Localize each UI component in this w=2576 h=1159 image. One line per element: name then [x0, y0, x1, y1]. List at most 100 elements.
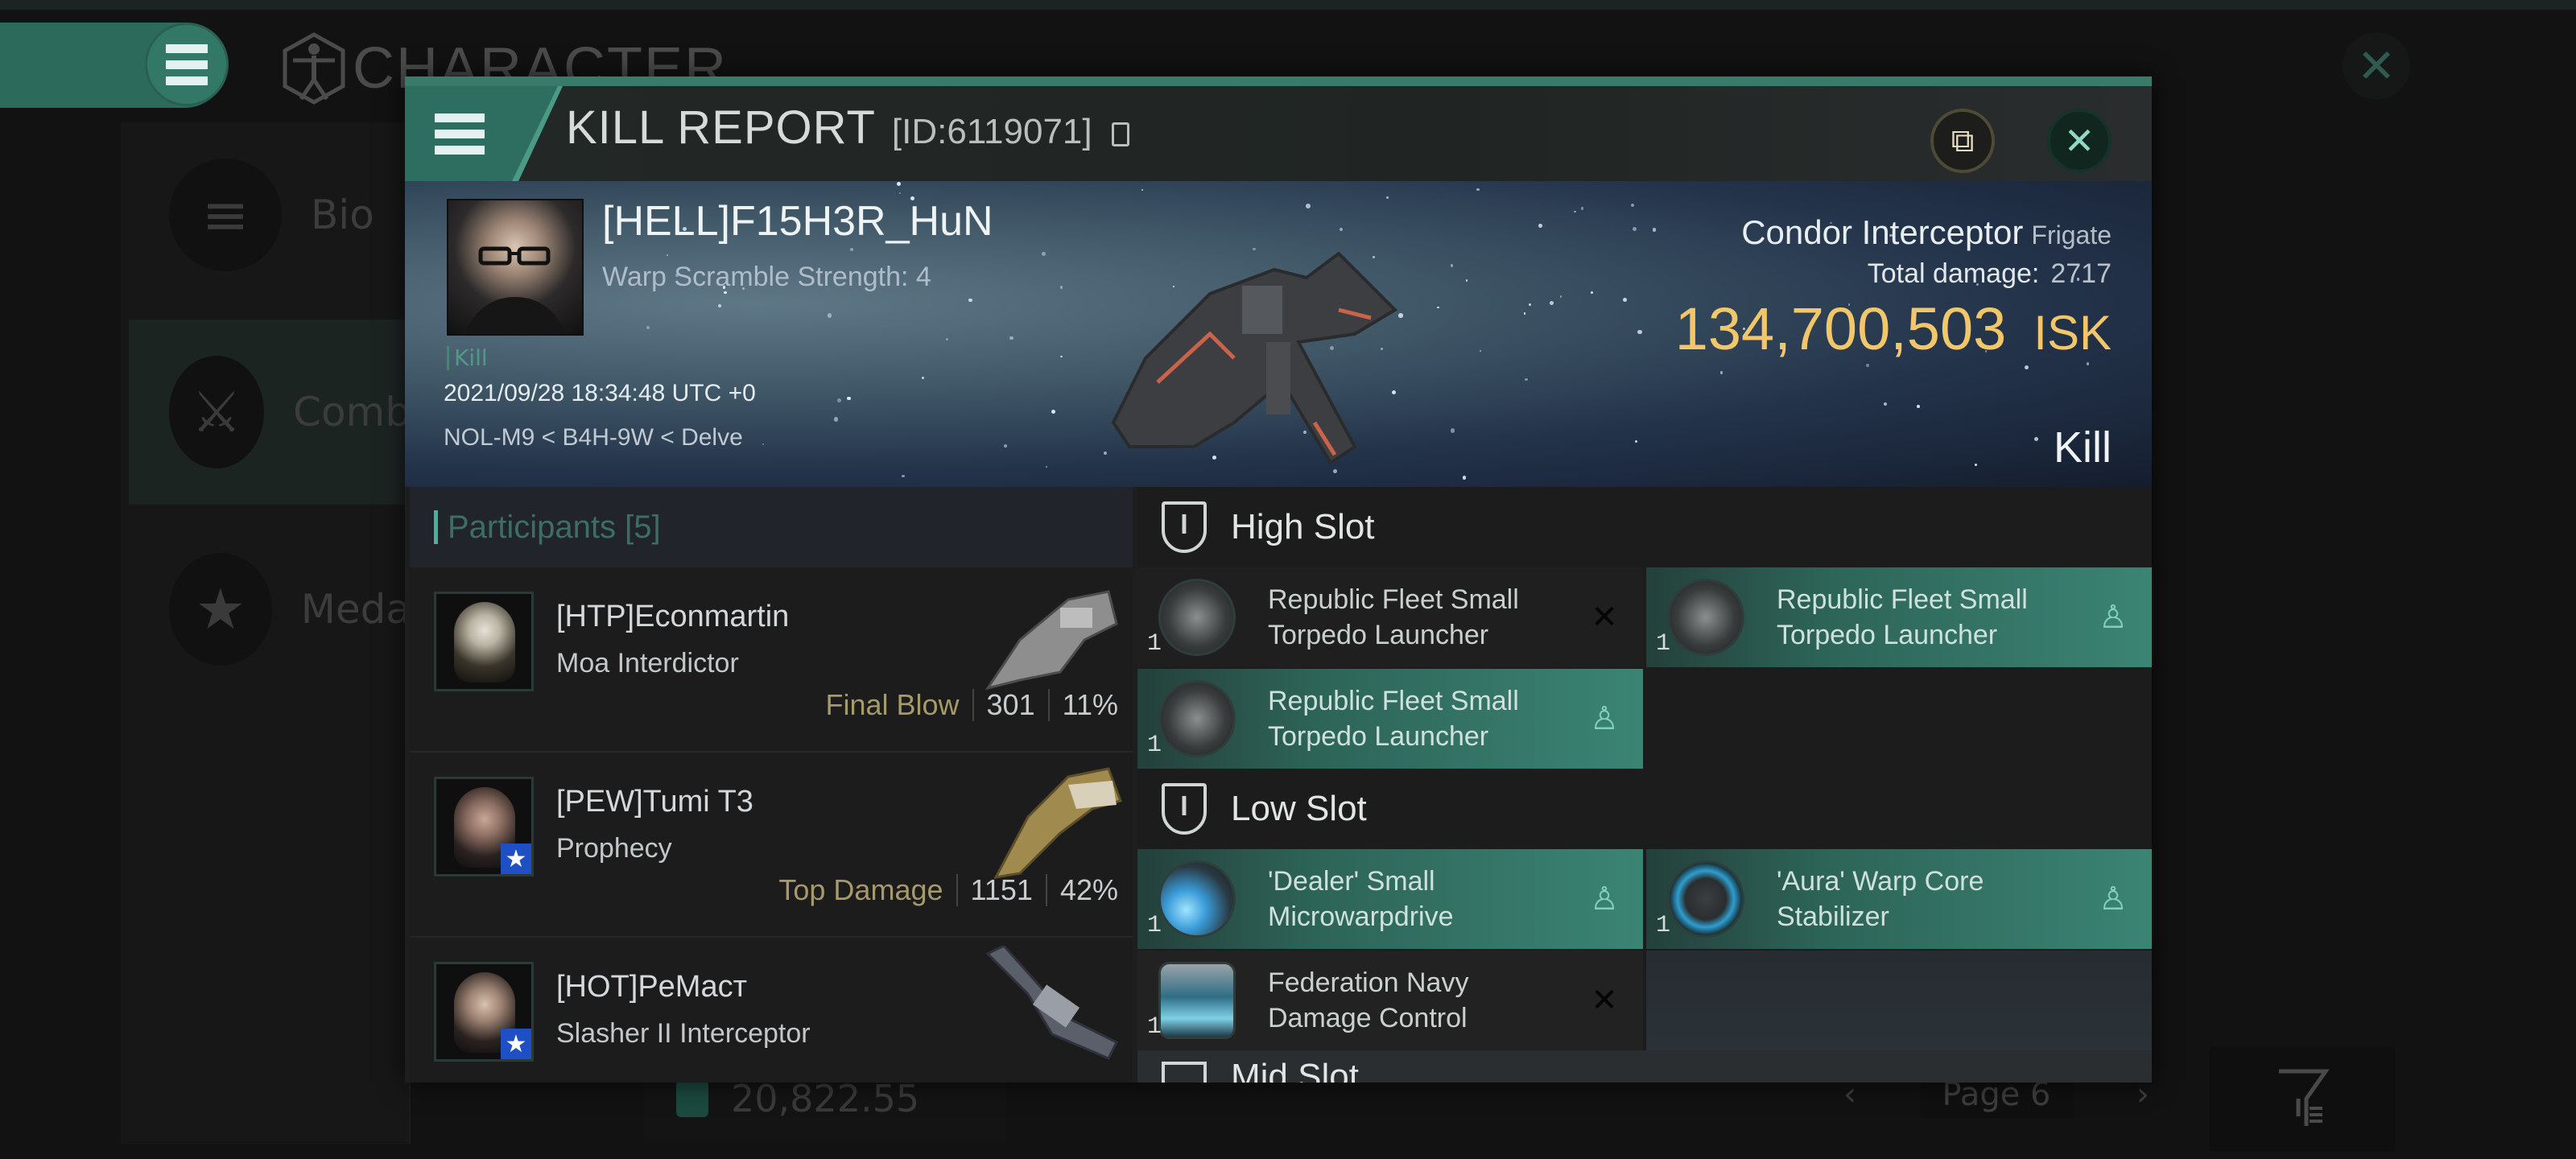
module-quantity: 1	[1147, 630, 1162, 658]
star-dot	[1719, 371, 1723, 374]
participant-ship: Moa Interdictor	[556, 648, 739, 678]
star-dot	[1974, 463, 1978, 467]
share-button[interactable]: ⧉	[1930, 109, 1995, 173]
fitting-slots-panel: ꟾ High Slot 1 Republic Fleet Small Torpe…	[1137, 487, 2152, 1083]
star-badge-icon: ★	[501, 843, 531, 874]
hamburger-icon	[435, 113, 485, 155]
star-dot	[667, 254, 669, 257]
main-menu-button[interactable]	[145, 23, 229, 106]
participant-avatar: ★	[434, 777, 534, 876]
ship-name[interactable]: Condor Interceptor	[1741, 213, 2023, 251]
close-button[interactable]: ✕	[2047, 109, 2112, 173]
participant-row[interactable]: ★ [HOT]PeMacт Slasher II Interceptor	[410, 938, 1133, 1083]
module-item[interactable]: 1 Republic Fleet Small Torpedo Launcher …	[1137, 567, 1643, 667]
star-dot	[1141, 189, 1144, 192]
victim-name[interactable]: [HELL]F15H3R_HuN	[602, 197, 993, 245]
module-item[interactable]: 1 Republic Fleet Small Torpedo Launcher …	[1646, 567, 2152, 667]
star-dot	[762, 443, 764, 446]
kill-location: NOL-M9 < B4H-9W < Delve	[444, 424, 743, 451]
crossed-swords-icon: ⚔	[169, 356, 265, 468]
star-dot	[1305, 203, 1311, 208]
module-item[interactable]: 1 Republic Fleet Small Torpedo Launcher …	[1137, 669, 1643, 769]
high-slot-icon: ꟾ	[1162, 501, 1207, 553]
star-dot	[1633, 227, 1637, 231]
participant-percent: 11%	[1062, 688, 1118, 721]
module-quantity: 1	[1656, 912, 1671, 939]
participant-stats: Top Damage 1151 42%	[778, 873, 1118, 907]
mid-slot-header-partial: Mid Slot	[1137, 1050, 2152, 1083]
star-dot	[1523, 312, 1525, 315]
close-icon: ✕	[2356, 39, 2396, 93]
participant-avatar	[434, 592, 534, 691]
star-dot	[1549, 300, 1554, 305]
damage-control-icon	[1158, 962, 1236, 1039]
star-badge-icon: ★	[169, 553, 272, 666]
star-dot	[896, 182, 902, 187]
sidebar-item-bio[interactable]: ≡ Bio	[129, 122, 411, 307]
divider	[1047, 689, 1050, 721]
copy-icon[interactable]	[1111, 122, 1129, 146]
participant-name: [HTP]Econmartin	[556, 600, 790, 633]
sidebar-item-medals[interactable]: ★ Meda	[129, 517, 411, 702]
participants-header[interactable]: Participants [5]	[410, 487, 1133, 567]
star-dot	[1437, 306, 1439, 309]
wallet-icon	[676, 1080, 708, 1117]
star-dot	[968, 298, 972, 303]
destroyed-icon: ✕	[1591, 599, 1618, 636]
star-dot	[2033, 437, 2038, 442]
dropped-person-icon: ♙	[1590, 700, 1619, 737]
destroyed-icon: ✕	[1591, 982, 1618, 1019]
star-dot	[1916, 404, 1921, 409]
participant-row[interactable]: ★ [PEW]Tumi T3 Prophecy Top Damage 1151 …	[410, 753, 1133, 938]
module-item[interactable]: 1 Federation Navy Damage Control ✕	[1137, 951, 1643, 1050]
divider	[956, 874, 958, 906]
participant-avatar: ★	[434, 962, 534, 1062]
participant-ship-image	[985, 946, 1119, 1060]
dropped-person-icon: ♙	[2099, 599, 2128, 636]
isk-unit: ISK	[2033, 306, 2112, 360]
star-dot	[849, 247, 853, 251]
screen-close-button[interactable]: ✕	[2343, 32, 2410, 100]
victim-ship-image	[1111, 251, 1398, 465]
report-id: [ID:6119071]	[891, 112, 1092, 151]
star-dot	[1883, 402, 1887, 406]
star-dot	[1580, 206, 1584, 210]
module-item[interactable]: 1 'Dealer' Small Microwarpdrive ♙	[1137, 849, 1643, 949]
victim-banner: [HELL]F15H3R_HuN Warp Scramble Strength:…	[405, 181, 2152, 487]
vitruvian-icon	[283, 32, 345, 105]
torpedo-launcher-icon	[1158, 680, 1236, 757]
star-dot	[1524, 377, 1528, 382]
divider	[972, 689, 974, 721]
microwarpdrive-icon	[1158, 860, 1236, 938]
star-dot	[1042, 251, 1046, 256]
modal-menu-button[interactable]	[435, 110, 485, 157]
filter-button[interactable]	[2210, 1046, 2395, 1151]
star-badge-icon: ★	[501, 1029, 531, 1059]
torpedo-launcher-icon	[1667, 579, 1744, 656]
dropped-person-icon: ♙	[2099, 881, 2128, 918]
kill-result: Kill	[2053, 423, 2112, 472]
modal-top-accent	[405, 76, 2152, 86]
warp-scramble-strength: Warp Scramble Strength: 4	[602, 262, 931, 292]
character-sidebar: ≡ Bio ⚔ Comb ★ Meda	[121, 122, 411, 1145]
participants-panel: Participants [5] [HTP]Econmartin Moa Int…	[410, 487, 1133, 1083]
star-dot	[1046, 465, 1048, 468]
star-dot	[1590, 291, 1593, 295]
warp-core-stabilizer-icon	[1667, 860, 1744, 938]
module-quantity: 1	[1147, 912, 1162, 939]
high-slot-title: High Slot	[1231, 507, 1375, 547]
star-dot	[1479, 349, 1482, 353]
total-damage-label: Total damage:	[1867, 258, 2040, 289]
victim-portrait[interactable]	[447, 199, 584, 336]
sidebar-item-combat[interactable]: ⚔ Comb	[129, 320, 411, 505]
participant-ship: Slasher II Interceptor	[556, 1018, 811, 1049]
participant-tag: Final Blow	[825, 688, 960, 721]
participant-ship: Prophecy	[556, 833, 672, 864]
ship-class: Frigate	[2031, 221, 2112, 250]
participant-row[interactable]: [HTP]Econmartin Moa Interdictor Final Bl…	[410, 567, 1133, 753]
sidebar-item-label: Comb	[293, 389, 411, 435]
participant-name: [PEW]Tumi T3	[556, 785, 753, 819]
star-dot	[1538, 224, 1542, 228]
star-dot	[1623, 297, 1628, 302]
module-item[interactable]: 1 'Aura' Warp Core Stabilizer ♙	[1646, 849, 2152, 949]
